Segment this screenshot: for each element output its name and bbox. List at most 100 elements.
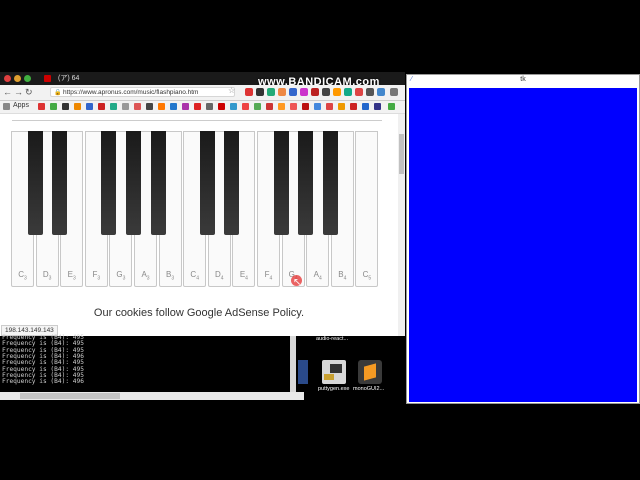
extension-icon[interactable]: [322, 88, 330, 96]
bookmark-icon[interactable]: [338, 103, 345, 110]
piano-key-Ds3[interactable]: [52, 131, 68, 235]
piano-key-label: D3: [42, 270, 52, 282]
piano-key-As3[interactable]: [150, 131, 166, 235]
bookmarks-bar: Apps: [0, 101, 405, 114]
extension-icon[interactable]: [377, 88, 385, 96]
piano-key-Cs4[interactable]: [199, 131, 215, 235]
menu-icon[interactable]: [390, 88, 398, 96]
piano-key-label: C3: [18, 270, 27, 282]
bookmark-icon[interactable]: [314, 103, 321, 110]
terminal-output: Frequency is (B4): 495 Frequency is (B4):…: [0, 334, 296, 392]
web-page: C3D3E3F3G3A3B3C4D4E4F4G4A4B4C5 ↖ Our coo…: [0, 114, 398, 336]
extension-icon[interactable]: [366, 88, 374, 96]
lock-icon: 🔒: [54, 90, 62, 96]
bookmark-icon[interactable]: [374, 103, 381, 110]
bookmark-icon[interactable]: [206, 103, 213, 110]
bookmark-icon[interactable]: [86, 103, 93, 110]
piano-keyboard: C3D3E3F3G3A3B3C4D4E4F4G4A4B4C5: [11, 131, 382, 289]
tk-window: ⁄ tk: [406, 74, 640, 404]
scroll-thumb[interactable]: [20, 393, 120, 399]
bookmark-icon[interactable]: [62, 103, 69, 110]
minimize-window-icon[interactable]: [14, 75, 21, 82]
terminal-horizontal-scrollbar[interactable]: [0, 392, 304, 400]
piano-key-label: D4: [215, 270, 224, 282]
piano-key-label: B3: [166, 270, 175, 282]
extension-icon[interactable]: [278, 88, 286, 96]
tk-window-title: tk: [520, 76, 526, 83]
url-field[interactable]: 🔒 https://www.apronus.com/music/flashpia…: [50, 87, 235, 97]
bookmark-icon[interactable]: [266, 103, 273, 110]
maximize-window-icon[interactable]: [24, 75, 31, 82]
bookmark-icon[interactable]: [326, 103, 333, 110]
tk-canvas[interactable]: [409, 88, 637, 402]
bookmark-icon[interactable]: [242, 103, 249, 110]
extension-icon[interactable]: [267, 88, 275, 96]
piano-key-label: F3: [92, 270, 101, 282]
piano-key-Gs3[interactable]: [126, 131, 141, 235]
desktop-icon-label[interactable]: puttygen.exe: [318, 386, 350, 392]
extension-icon[interactable]: [245, 88, 253, 96]
extension-icon[interactable]: [355, 88, 363, 96]
extension-icon[interactable]: [333, 88, 341, 96]
bookmark-icon[interactable]: [362, 103, 369, 110]
piano-key-label: A3: [141, 270, 150, 282]
bookmark-icon[interactable]: [254, 103, 261, 110]
desktop-icon-label[interactable]: monoGUI2...: [353, 386, 384, 392]
bookmark-icon[interactable]: [230, 103, 237, 110]
puttygen-icon[interactable]: [322, 360, 346, 384]
bookmark-icon[interactable]: [158, 103, 165, 110]
extension-icon[interactable]: [344, 88, 352, 96]
piano-key-Ds4[interactable]: [224, 131, 240, 235]
piano-key-label: A4: [313, 270, 322, 282]
scroll-thumb[interactable]: [399, 134, 404, 174]
piano-key-Gs4[interactable]: [298, 131, 314, 235]
piano-key-As4[interactable]: [322, 131, 338, 235]
sublime-icon[interactable]: [358, 360, 382, 384]
desktop-area: audio-react... puttygen.exe monoGUI2...: [296, 336, 406, 406]
apps-bookmark[interactable]: Apps: [13, 102, 29, 109]
bookmark-icon[interactable]: [350, 103, 357, 110]
bookmark-icon[interactable]: [122, 103, 129, 110]
close-window-icon[interactable]: [4, 75, 11, 82]
extension-icon[interactable]: [289, 88, 297, 96]
piano-key-label: G3: [116, 270, 126, 282]
piano-key-label: F4: [264, 270, 273, 282]
bookmark-icon[interactable]: [218, 103, 225, 110]
piano-key-label: E4: [239, 270, 248, 282]
bookmark-icon[interactable]: [278, 103, 285, 110]
extension-icon[interactable]: [300, 88, 308, 96]
bookmark-icon[interactable]: [146, 103, 153, 110]
extension-icon[interactable]: [256, 88, 264, 96]
piano-key-C5[interactable]: C5: [355, 131, 379, 287]
extension-icon[interactable]: [311, 88, 319, 96]
bookmark-icon[interactable]: [50, 103, 57, 110]
page-top-controls: [12, 114, 382, 121]
piano-key-Fs4[interactable]: [273, 131, 289, 235]
bookmark-icon[interactable]: [74, 103, 81, 110]
bookmark-icon[interactable]: [134, 103, 141, 110]
bookmark-icon[interactable]: [38, 103, 45, 110]
bookmark-icon[interactable]: [290, 103, 297, 110]
cookie-notice: Our cookies follow Google AdSense Policy…: [93, 307, 305, 319]
youtube-tab-icon[interactable]: [44, 75, 51, 82]
bookmark-icon[interactable]: [194, 103, 201, 110]
file-icon[interactable]: [298, 360, 308, 384]
bookmark-icon[interactable]: [182, 103, 189, 110]
bookmark-icon[interactable]: [170, 103, 177, 110]
tk-title-bar[interactable]: ⁄ tk: [407, 75, 639, 87]
piano-key-Cs3[interactable]: [27, 131, 43, 235]
bookmark-icon[interactable]: [388, 103, 395, 110]
url-text: https://www.apronus.com/music/flashpiano…: [63, 89, 199, 96]
page-scrollbar[interactable]: [398, 114, 405, 336]
desktop-icon-label[interactable]: audio-react...: [316, 336, 348, 342]
bookmark-icon[interactable]: [98, 103, 105, 110]
nav-arrows-icon[interactable]: ←→↻: [3, 87, 35, 98]
bookmark-icon[interactable]: [302, 103, 309, 110]
mouse-pointer-icon: ↖: [293, 277, 302, 288]
bookmark-icon[interactable]: [110, 103, 117, 110]
bookmark-star-icon[interactable]: ☆: [228, 86, 235, 95]
piano-key-Fs3[interactable]: [101, 131, 117, 235]
piano-key-label: B4: [338, 270, 347, 282]
apps-grid-icon[interactable]: [3, 103, 10, 110]
tab-title[interactable]: (ア) 64: [58, 73, 79, 83]
